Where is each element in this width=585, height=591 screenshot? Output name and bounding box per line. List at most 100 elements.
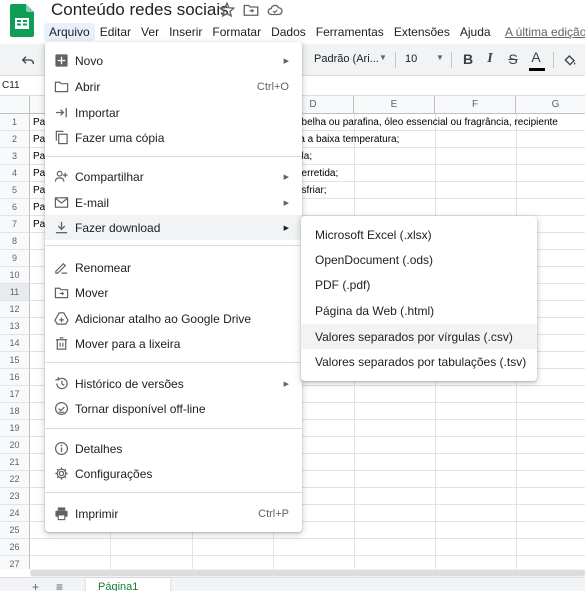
italic-button[interactable]: I xyxy=(481,51,499,67)
row-header[interactable]: 26 xyxy=(0,539,30,556)
menu-item-fazer-copia[interactable]: Fazer uma cópia xyxy=(45,125,302,150)
row-header[interactable]: 5 xyxy=(0,182,30,199)
row-header[interactable]: 19 xyxy=(0,420,30,437)
download-csv[interactable]: Valores separados por vírgulas (.csv) xyxy=(301,324,537,349)
menu-item-compartilhar[interactable]: Compartilhar ▶ xyxy=(45,164,302,189)
cell-a4[interactable]: Pa xyxy=(33,165,45,182)
row-header[interactable]: 23 xyxy=(0,488,30,505)
row-header[interactable]: 6 xyxy=(0,199,30,216)
menu-item-importar[interactable]: Importar xyxy=(45,100,302,125)
menu-item-imprimir[interactable]: Imprimir Ctrl+P xyxy=(45,501,302,526)
column-header-f[interactable]: F xyxy=(435,96,516,114)
strikethrough-button[interactable]: S xyxy=(504,51,522,67)
sheets-logo-icon[interactable] xyxy=(10,4,34,37)
row-header[interactable]: 9 xyxy=(0,250,30,267)
menu-item-abrir[interactable]: Abrir Ctrl+O xyxy=(45,74,302,99)
all-sheets-icon[interactable]: ≡ xyxy=(56,580,63,591)
cell-overflow-text-2[interactable]: -a a baixa temperatura; xyxy=(296,131,399,148)
menu-ferramentas[interactable]: Ferramentas xyxy=(311,23,389,41)
cloud-status-icon[interactable] xyxy=(266,1,284,19)
cell-a6[interactable]: Pa xyxy=(33,199,45,216)
download-html[interactable]: Página da Web (.html) xyxy=(301,298,537,323)
cell-overflow-text-4[interactable]: derretida; xyxy=(296,165,338,182)
menu-item-novo[interactable]: Novo ▶ xyxy=(45,48,302,73)
add-sheet-icon[interactable]: + xyxy=(32,580,39,591)
row-header[interactable]: 17 xyxy=(0,386,30,403)
row-header[interactable]: 1 xyxy=(0,114,30,131)
scrollbar-thumb[interactable] xyxy=(30,570,585,576)
menu-item-adicionar-atalho[interactable]: Adicionar atalho ao Google Drive xyxy=(45,306,302,331)
menu-inserir[interactable]: Inserir xyxy=(164,23,207,41)
print-icon xyxy=(54,506,69,521)
menu-ajuda[interactable]: Ajuda xyxy=(455,23,496,41)
menu-item-email[interactable]: E-mail ▶ xyxy=(45,190,302,215)
row-header[interactable]: 10 xyxy=(0,267,30,284)
app-header: Conteúdo redes sociais Arquivo Editar Ve… xyxy=(0,0,585,44)
menu-item-offline[interactable]: Tornar disponível off-line xyxy=(45,396,302,421)
row-header[interactable]: 14 xyxy=(0,335,30,352)
row-header[interactable]: 15 xyxy=(0,352,30,369)
download-xlsx[interactable]: Microsoft Excel (.xlsx) xyxy=(301,222,537,247)
download-ods[interactable]: OpenDocument (.ods) xyxy=(301,247,537,272)
document-title[interactable]: Conteúdo redes sociais xyxy=(51,0,229,20)
horizontal-scrollbar[interactable] xyxy=(30,569,585,577)
menu-item-historico-versoes[interactable]: Histórico de versões ▶ xyxy=(45,371,302,396)
menu-editar[interactable]: Editar xyxy=(95,23,136,41)
row-header[interactable]: 27 xyxy=(0,556,30,569)
menu-arquivo[interactable]: Arquivo xyxy=(44,23,95,41)
caret-down-icon: ▼ xyxy=(379,53,387,62)
menu-item-mover[interactable]: Mover xyxy=(45,280,302,305)
row-header[interactable]: 13 xyxy=(0,318,30,335)
menu-separator xyxy=(45,156,302,157)
star-icon[interactable] xyxy=(218,1,236,19)
menu-item-configuracoes[interactable]: Configurações xyxy=(45,461,302,486)
font-size-select[interactable]: 10 xyxy=(405,53,417,65)
row-header[interactable]: 2 xyxy=(0,131,30,148)
menu-item-lixeira[interactable]: Mover para a lixeira xyxy=(45,331,302,356)
bold-button[interactable]: B xyxy=(459,51,477,67)
move-folder-icon[interactable] xyxy=(242,1,260,19)
menu-formatar[interactable]: Formatar xyxy=(207,23,266,41)
row-header[interactable]: 22 xyxy=(0,471,30,488)
row-header[interactable]: 12 xyxy=(0,301,30,318)
cell-a1[interactable]: Pa xyxy=(33,114,45,131)
font-family-select[interactable]: Padrão (Ari... xyxy=(314,53,379,65)
text-color-button[interactable]: A xyxy=(527,49,545,65)
menu-item-fazer-download[interactable]: Fazer download ▶ xyxy=(45,215,302,240)
row-header[interactable]: 4 xyxy=(0,165,30,182)
row-header[interactable]: 25 xyxy=(0,522,30,539)
undo-icon[interactable] xyxy=(20,52,36,68)
text-color-swatch xyxy=(529,68,545,71)
toolbar-divider xyxy=(553,52,554,68)
fill-color-icon[interactable] xyxy=(562,52,578,68)
copy-icon xyxy=(54,130,69,145)
menu-dados[interactable]: Dados xyxy=(266,23,311,41)
row-header[interactable]: 24 xyxy=(0,505,30,522)
cell-a7[interactable]: Pa xyxy=(33,216,45,233)
cell-a3[interactable]: Pa xyxy=(33,148,45,165)
row-header[interactable]: 7 xyxy=(0,216,30,233)
column-header-g[interactable]: G xyxy=(516,96,585,114)
cell-a5[interactable]: Pa xyxy=(33,182,45,199)
sheet-tab[interactable]: Página1 xyxy=(86,578,170,591)
menu-item-renomear[interactable]: Renomear xyxy=(45,255,302,280)
last-edit-link[interactable]: A última edição xyxy=(505,25,585,39)
row-header[interactable]: 20 xyxy=(0,437,30,454)
row-header[interactable]: 11 xyxy=(0,284,30,301)
row-header[interactable]: 8 xyxy=(0,233,30,250)
menu-extensoes[interactable]: Extensões xyxy=(389,23,455,41)
download-tsv[interactable]: Valores separados por tabulações (.tsv) xyxy=(301,349,537,374)
column-header-e[interactable]: E xyxy=(354,96,435,114)
row-header[interactable]: 18 xyxy=(0,403,30,420)
row-header[interactable]: 3 xyxy=(0,148,30,165)
menu-item-detalhes[interactable]: Detalhes xyxy=(45,436,302,461)
download-pdf[interactable]: PDF (.pdf) xyxy=(301,272,537,297)
menu-ver[interactable]: Ver xyxy=(136,23,164,41)
row-header[interactable]: 21 xyxy=(0,454,30,471)
cell-overflow-text-1[interactable]: abelha ou parafina, óleo essencial ou fr… xyxy=(296,114,558,131)
row-header[interactable]: 16 xyxy=(0,369,30,386)
cell-a2[interactable]: Pa xyxy=(33,131,45,148)
name-box[interactable]: C11 xyxy=(2,80,20,91)
select-all-corner[interactable] xyxy=(0,96,30,114)
menu-separator xyxy=(45,428,302,429)
